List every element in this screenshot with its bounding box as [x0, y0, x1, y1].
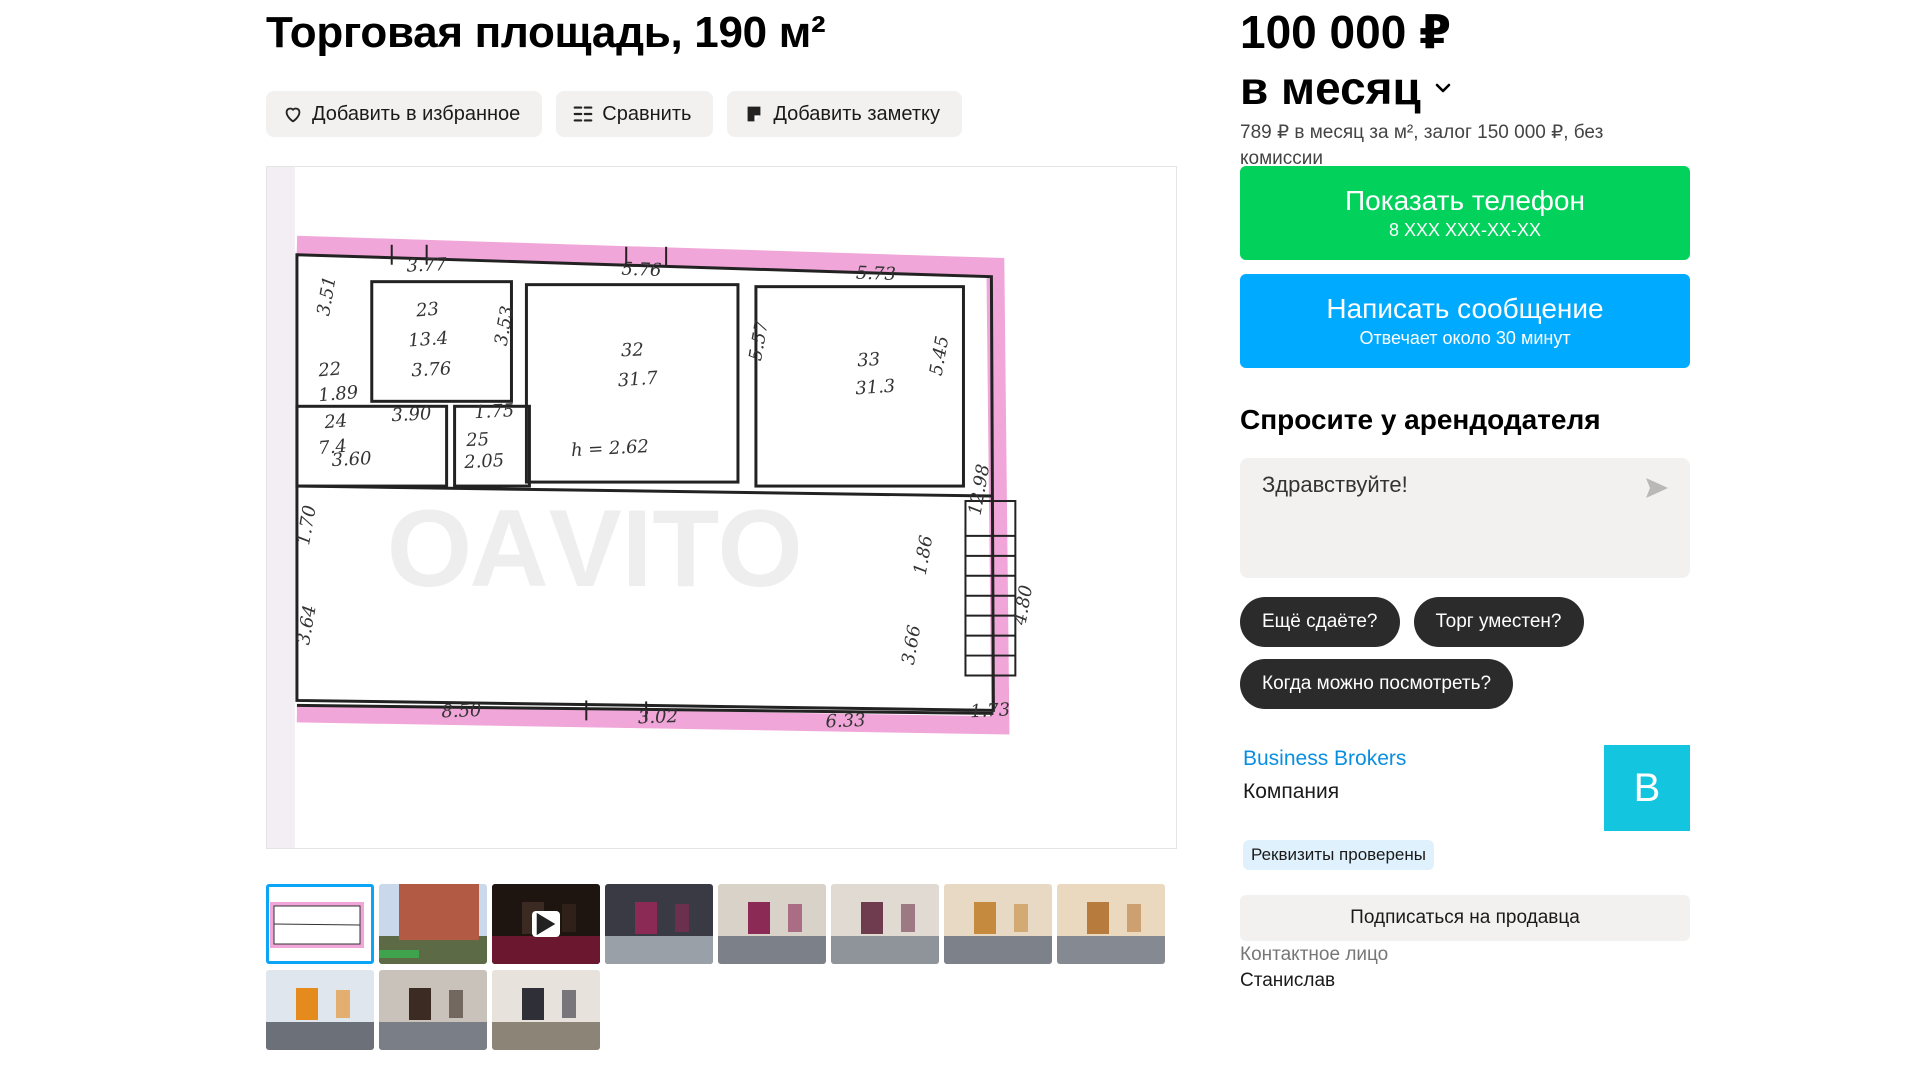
quick-question-chip[interactable]: Торг уместен? [1413, 597, 1584, 647]
subscribe-seller-button[interactable]: Подписаться на продавца [1240, 895, 1690, 941]
heart-icon [285, 107, 301, 123]
compare-label: Сравнить [602, 102, 692, 125]
thumbnail-hall-1[interactable] [605, 884, 713, 964]
listing-actions: Добавить в избранное Сравнить Добавить з… [266, 91, 962, 137]
ask-message-input[interactable] [1262, 472, 1622, 498]
floorplan-dimension-label: 3.77 [406, 254, 447, 276]
price-period-selector[interactable]: в месяц [1240, 60, 1455, 116]
price-details: 789 ₽ в месяц за м², залог 150 000 ₽, бе… [1240, 122, 1604, 169]
show-phone-button[interactable]: Показать телефон 8 XXX XXX-XX-XX [1240, 166, 1690, 260]
contact-person-name: Станислав [1240, 970, 1336, 991]
listing-title: Торговая площадь, 190 м² [266, 8, 826, 57]
svg-text:ОАVITO: ОАVITO [387, 488, 803, 610]
floorplan-dimension-label: 3.60 [331, 448, 372, 471]
quick-question-chip[interactable]: Ещё сдаёте? [1240, 597, 1400, 647]
thumbnail-video[interactable] [492, 884, 600, 964]
floorplan-dimension-label: 32 [620, 339, 644, 361]
thumbnail-hall-2[interactable] [718, 884, 826, 964]
write-message-label: Написать сообщение [1326, 293, 1604, 324]
thumbnail-building-exterior[interactable] [379, 884, 487, 964]
thumbnail-hall-6[interactable] [266, 970, 374, 1050]
show-phone-label: Показать телефон [1345, 185, 1585, 216]
ask-message-box [1240, 458, 1690, 578]
floorplan-dimension-label: 8.50 [441, 700, 482, 722]
quick-questions: Ещё сдаёте? Торг уместен? Когда можно посм… [1240, 597, 1700, 709]
seller-avatar[interactable]: B [1604, 745, 1690, 831]
floorplan-dimension-label: 25 [465, 429, 490, 451]
note-icon [747, 106, 761, 122]
thumbnail-floorplan[interactable] [266, 884, 374, 964]
floorplan-dimension-label: 3.90 [391, 403, 432, 426]
thumbnail-hall-8[interactable] [492, 970, 600, 1050]
compare-button[interactable]: Сравнить [556, 91, 714, 137]
floorplan-dimension-label: 3.76 [411, 358, 452, 381]
thumbnail-hall-4[interactable] [944, 884, 1052, 964]
verified-badge: Реквизиты проверены [1243, 840, 1434, 870]
add-note-label: Добавить заметку [773, 102, 940, 125]
floorplan-dimension-label: h = 2.62 [570, 436, 649, 461]
floorplan-dimension-label: 5.76 [621, 259, 662, 281]
thumbnail-hall-7[interactable] [379, 970, 487, 1050]
floorplan-dimension-label: 1.89 [317, 382, 359, 406]
floorplan-dimension-label: 13.4 [408, 328, 449, 352]
play-icon [532, 911, 560, 937]
floorplan-dimension-label: 31.3 [855, 376, 896, 400]
floorplan-dimension-label: 24 [322, 410, 348, 433]
floorplan-dimension-label: 5.73 [856, 263, 897, 285]
floorplan-dimension-label: 22 [316, 358, 342, 381]
floorplan-dimension-label: 23 [414, 299, 440, 322]
main-photo-floorplan[interactable]: ОАVITO 3.77 5.76 5.73 3.51 3.53 22 1.89 23 13.4 3… [266, 166, 1177, 849]
add-note-button[interactable]: Добавить заметку [727, 91, 962, 137]
compare-icon [573, 106, 593, 122]
add-to-favorites-label: Добавить в избранное [312, 102, 521, 125]
floorplan-dimension-label: 6.33 [825, 710, 866, 732]
send-icon[interactable] [1644, 476, 1670, 500]
chevron-down-icon [1435, 83, 1451, 93]
response-time: Отвечает около 30 минут [1359, 328, 1571, 348]
floorplan-dimension-label: 3.02 [638, 706, 679, 728]
seller-name-link[interactable]: Business Brokers [1243, 747, 1406, 771]
write-message-button[interactable]: Написать сообщение Отвечает около 30 мин… [1240, 274, 1690, 368]
ask-landlord-title: Спросите у арендодателя [1240, 404, 1601, 435]
seller-type: Компания [1243, 780, 1340, 803]
price: 100 000 ₽ [1240, 6, 1452, 58]
photo-thumbnails [266, 884, 1177, 1050]
floorplan-dimension-label: 33 [857, 349, 881, 372]
phone-masked: 8 XXX XXX-XX-XX [1388, 220, 1542, 240]
quick-question-chip[interactable]: Когда можно посмотреть? [1240, 659, 1514, 709]
price-period-label: в месяц [1240, 62, 1421, 114]
floorplan-dimension-label: 31.7 [617, 368, 659, 392]
thumbnail-hall-5[interactable] [1057, 884, 1165, 964]
thumbnail-hall-3[interactable] [831, 884, 939, 964]
add-to-favorites-button[interactable]: Добавить в избранное [266, 91, 543, 137]
contact-person-label: Контактное лицо [1240, 944, 1389, 965]
floorplan-dimension-label: 1.75 [474, 400, 515, 423]
floorplan-dimension-label: 1.73 [970, 699, 1011, 722]
floorplan-dimension-label: 2.05 [463, 450, 505, 473]
